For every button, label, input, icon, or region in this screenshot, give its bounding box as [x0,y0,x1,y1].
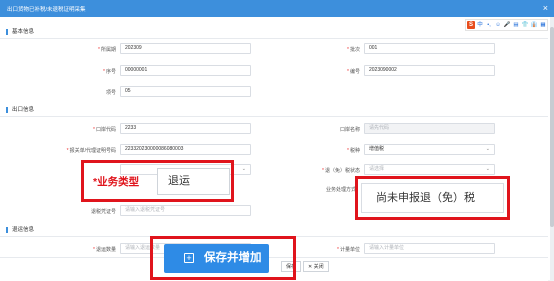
unit-field[interactable]: 请输入计量单位 [364,243,495,254]
biz-process-label: 业务处理方式 [325,187,356,193]
period-label: *所属期 [98,47,116,53]
section-export-title: 出口信息 [6,107,34,113]
close-icon: ✕ [308,264,313,270]
ime-logo-icon[interactable]: S [467,21,475,29]
refund-qty-label: *退运数量 [93,247,116,253]
ime-emoji-icon[interactable]: ☺ [494,21,502,29]
batch-field[interactable]: 001 [364,43,495,54]
batch-label: *批次 [347,47,360,53]
close-button-label: 关闭 [313,264,324,270]
refund-status-placeholder: 请选择 [369,166,385,172]
port-name-label: 口岸名称 [339,127,360,133]
cert-label: 退税凭证号 [90,209,116,215]
ime-chinese-mode-icon[interactable]: 中 [476,21,484,29]
title-bar: 出口货物已补税/未退税证明采集 × [0,0,554,17]
chevron-down-icon: ⌄ [241,166,246,172]
ime-punctuation-icon[interactable]: •, [485,21,493,29]
section-refund-title: 退运信息 [6,227,34,233]
ime-skin-icon[interactable]: 👕 [521,21,529,29]
tax-type-value: 增值税 [369,146,385,152]
ime-voice-icon[interactable]: 🎤 [503,21,511,29]
section-divider [0,38,548,39]
ime-keyboard-icon[interactable]: ▤ [512,21,520,29]
refund-status-select[interactable]: 请选择 ⌄ [364,164,495,175]
vertical-scrollbar[interactable] [550,17,554,280]
period-field[interactable]: 202309 [120,43,251,54]
close-button[interactable]: ✕ 关闭 [303,261,329,272]
dialog-window: 出口货物已补税/未退税证明采集 × S 中 •, ☺ 🎤 ▤ 👕 👔 ▦ 基本信… [0,0,554,281]
unit-label: *计量单位 [337,247,360,253]
biz-process-highlight [355,176,510,220]
close-icon[interactable]: × [543,3,548,13]
code-field[interactable]: 2023090002 [364,65,495,76]
declaration-label: *报关单/代理证明号码 [66,148,116,154]
seq-field[interactable]: 00000001 [120,65,251,76]
refund-status-label: *退（免）税状态 [322,168,360,174]
section-basic-title: 基本信息 [6,29,34,35]
seq-label: *序号 [103,69,116,75]
cert-field[interactable]: 请输入退税凭证号 [120,205,251,216]
item-label: 项号 [105,90,116,96]
declaration-field[interactable]: 223320230000086080003 [120,144,251,155]
save-and-add-highlight [150,236,296,280]
scrollbar-thumb[interactable] [550,27,554,227]
window-title: 出口货物已补税/未退税证明采集 [7,7,86,13]
ime-toolbar: S 中 •, ☺ 🎤 ▤ 👕 👔 ▦ [465,19,548,31]
ime-menu-icon[interactable]: ▦ [539,21,547,29]
biz-type-highlight [81,160,234,202]
port-name-field: 请先代码 [364,123,495,134]
tax-type-select[interactable]: 增值税 ⌄ [364,144,495,155]
code-label: *编号 [347,69,360,75]
chevron-down-icon: ⌄ [485,146,490,152]
item-field[interactable]: 05 [120,86,251,97]
chevron-down-icon: ⌄ [485,166,490,172]
ime-tools-icon[interactable]: 👔 [530,21,538,29]
port-code-field[interactable]: 2233 [120,123,251,134]
section-divider [0,116,548,117]
port-code-label: *口岸代码 [93,127,116,133]
tax-type-label: *税种 [347,148,360,154]
